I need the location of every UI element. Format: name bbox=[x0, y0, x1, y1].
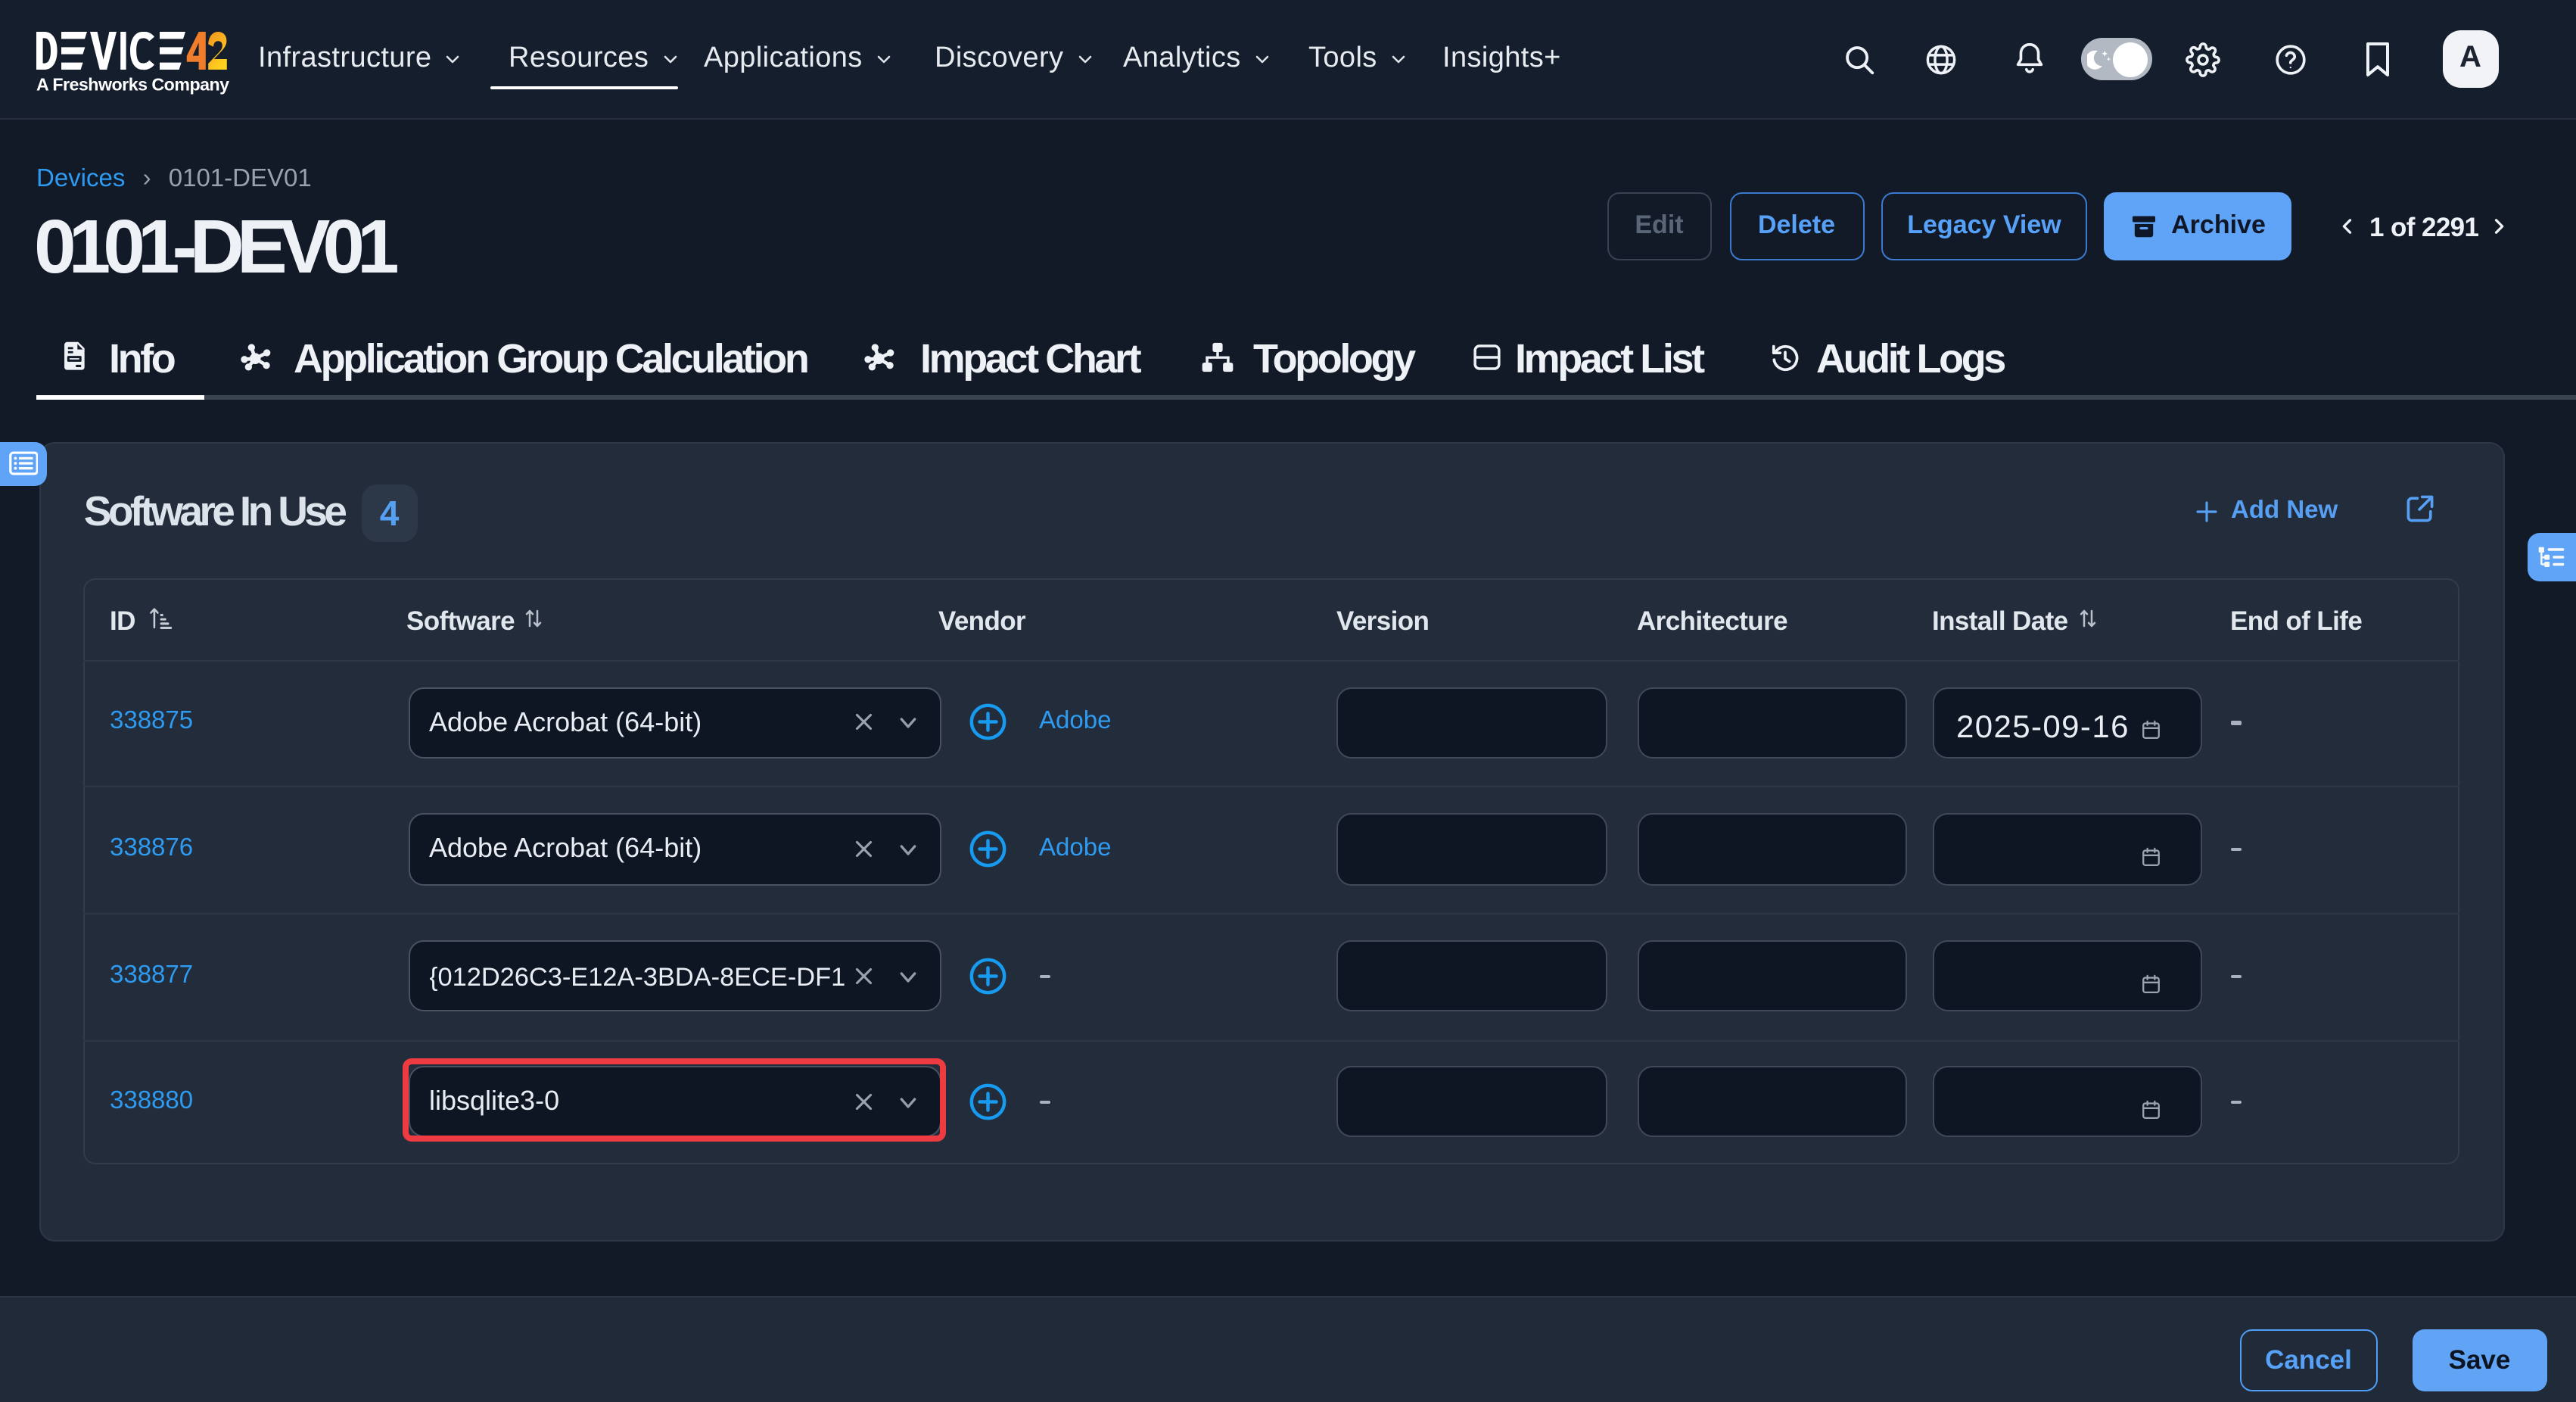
svg-text:A Freshworks Company: A Freshworks Company bbox=[36, 74, 229, 94]
